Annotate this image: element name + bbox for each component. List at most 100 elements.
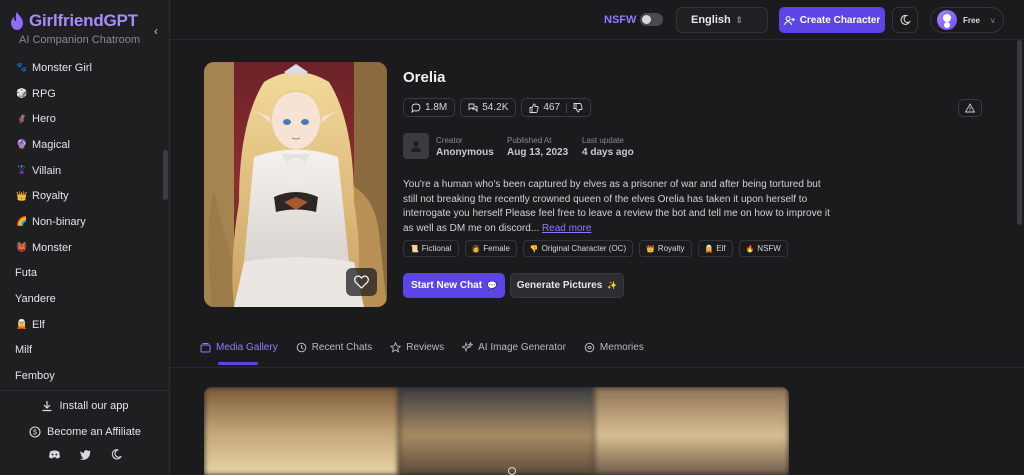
- dollar-icon: $: [29, 425, 41, 438]
- gallery-image[interactable]: [204, 387, 399, 475]
- sidebar-item-label: Futa: [15, 267, 38, 280]
- user-menu[interactable]: Free ∨: [930, 7, 1004, 33]
- avatar: [937, 10, 957, 30]
- category-emoji-icon: 👑: [16, 190, 28, 201]
- tag-label: Royalty: [657, 244, 685, 253]
- moon-icon[interactable]: [110, 448, 123, 461]
- install-app-button[interactable]: Install our app: [0, 393, 170, 418]
- tab-label: Recent Chats: [311, 341, 373, 353]
- main-scrollbar[interactable]: [1017, 40, 1022, 225]
- sidebar-item-milf[interactable]: Milf: [0, 338, 170, 364]
- sparkle-icon: ✨: [607, 281, 618, 290]
- generate-pictures-button[interactable]: Generate Pictures ✨: [510, 273, 624, 298]
- language-value: English: [691, 14, 731, 26]
- language-select[interactable]: English ⇕: [676, 7, 768, 33]
- creator-avatar[interactable]: [403, 133, 429, 159]
- sidebar-item-futa[interactable]: Futa: [0, 261, 170, 287]
- tag-royalty[interactable]: 👑 Royalty: [639, 240, 692, 257]
- flame-icon: [11, 12, 23, 30]
- sidebar-item-label: Hero: [32, 113, 56, 126]
- character-tags: 📜 Fictional 👩 Female 👎 Original Character (…: [403, 240, 788, 257]
- category-emoji-icon: 🎲: [16, 88, 28, 99]
- tag-emoji-icon: 👑: [646, 245, 655, 253]
- sidebar-item-label: Non-binary: [32, 215, 86, 228]
- nsfw-label: NSFW: [604, 14, 637, 26]
- category-list: 🐾 Monster Girl 🎲 RPG 🦸 Hero 🔮 Magical 🦹 Villa…: [0, 55, 170, 390]
- published-label: Published At: [507, 136, 552, 145]
- category-emoji-icon: 🐾: [16, 62, 28, 73]
- become-affiliate-button[interactable]: $ Become an Affiliate: [0, 419, 170, 444]
- social-links: [0, 448, 170, 461]
- tag-label: Original Character (OC): [541, 244, 627, 253]
- tab-ai-image-generator[interactable]: AI Image Generator: [462, 338, 566, 356]
- sidebar-item-femboy[interactable]: Femboy: [0, 363, 170, 389]
- tag-fictional[interactable]: 📜 Fictional: [403, 240, 459, 257]
- sidebar-item-royalty[interactable]: 👑 Royalty: [0, 183, 170, 209]
- sidebar: GirlfriendGPT AI Companion Chatroom ‹ 🐾 M…: [0, 0, 170, 475]
- sidebar-item-label: Magical: [32, 138, 70, 151]
- chat-bubble-icon: [411, 103, 421, 113]
- tab-media-gallery[interactable]: Media Gallery: [200, 338, 278, 356]
- start-chat-label: Start New Chat: [410, 280, 483, 291]
- tag-original-character[interactable]: 👎 Original Character (OC): [522, 240, 634, 257]
- category-emoji-icon: 👹: [16, 242, 28, 253]
- likes-dislikes[interactable]: 467: [521, 98, 592, 117]
- sidebar-footer: Install our app $ Become an Affiliate: [0, 390, 170, 475]
- chevron-left-icon: ‹: [154, 24, 158, 38]
- brand-title: GirlfriendGPT: [29, 11, 138, 30]
- theme-toggle-button[interactable]: [892, 7, 918, 33]
- tag-female[interactable]: 👩 Female: [464, 240, 517, 257]
- tag-emoji-icon: 🔥: [745, 245, 755, 253]
- sidebar-item-non-binary[interactable]: 🌈 Non-binary: [0, 209, 170, 235]
- twitter-icon[interactable]: [79, 448, 92, 461]
- tag-emoji-icon: 👎: [529, 245, 539, 253]
- tab-reviews[interactable]: Reviews: [390, 338, 444, 356]
- tag-elf[interactable]: 🧝 Elf: [697, 240, 733, 257]
- tab-label: Memories: [599, 341, 644, 353]
- user-icon: [411, 141, 421, 152]
- collapse-sidebar-button[interactable]: ‹: [148, 22, 164, 40]
- creator-value[interactable]: Anonymous: [436, 147, 494, 158]
- messages-count: 1.8M: [403, 98, 456, 117]
- sidebar-item-yandere[interactable]: Yandere: [0, 286, 170, 312]
- chevron-down-icon: ∨: [989, 15, 996, 25]
- become-affiliate-label: Become an Affiliate: [47, 425, 141, 438]
- favorite-button[interactable]: [346, 268, 377, 296]
- tag-label: Fictional: [421, 244, 452, 253]
- chats-icon: [468, 103, 478, 112]
- sidebar-item-label: Yandere: [15, 293, 56, 306]
- sidebar-item-monster[interactable]: 👹 Monster: [0, 235, 170, 261]
- tag-label: Female: [483, 244, 510, 253]
- svg-text:$: $: [33, 429, 37, 436]
- brand-logo[interactable]: GirlfriendGPT: [10, 10, 138, 32]
- sidebar-item-rpg[interactable]: 🎲 RPG: [0, 81, 170, 107]
- sidebar-item-magical[interactable]: 🔮 Magical: [0, 132, 170, 158]
- content-tabs: Media Gallery Recent Chats Reviews AI Im…: [200, 338, 644, 368]
- sidebar-item-villain[interactable]: 🦹 Villain: [0, 158, 170, 184]
- tab-memories[interactable]: Memories: [584, 338, 644, 356]
- sidebar-item-label: Monster: [32, 241, 72, 254]
- chats-value: 54.2K: [482, 102, 509, 113]
- gallery-image[interactable]: [399, 387, 594, 475]
- create-character-button[interactable]: Create Character: [779, 7, 885, 33]
- read-more-link[interactable]: Read more: [542, 223, 591, 234]
- gallery-image[interactable]: [594, 387, 789, 475]
- sidebar-scrollbar[interactable]: [163, 150, 168, 200]
- tag-emoji-icon: 👩: [471, 245, 481, 253]
- category-emoji-icon: 🔮: [16, 139, 28, 150]
- start-new-chat-button[interactable]: Start New Chat 💬: [403, 273, 505, 298]
- report-button[interactable]: [958, 99, 982, 117]
- star-icon: [390, 341, 402, 353]
- history-icon: [296, 342, 307, 352]
- tag-nsfw[interactable]: 🔥 NSFW: [738, 240, 788, 257]
- discord-icon[interactable]: [48, 448, 61, 461]
- sidebar-item-elf[interactable]: 🧝 Elf: [0, 312, 170, 338]
- character-name: Orelia: [403, 69, 446, 86]
- sidebar-item-monster-girl[interactable]: 🐾 Monster Girl: [0, 55, 170, 81]
- sidebar-item-hero[interactable]: 🦸 Hero: [0, 106, 170, 132]
- thumbs-down-icon[interactable]: [573, 102, 583, 113]
- tab-recent-chats[interactable]: Recent Chats: [296, 338, 373, 356]
- tag-emoji-icon: 📜: [410, 245, 419, 253]
- tabs-divider: [170, 367, 1024, 368]
- nsfw-toggle[interactable]: [640, 13, 663, 26]
